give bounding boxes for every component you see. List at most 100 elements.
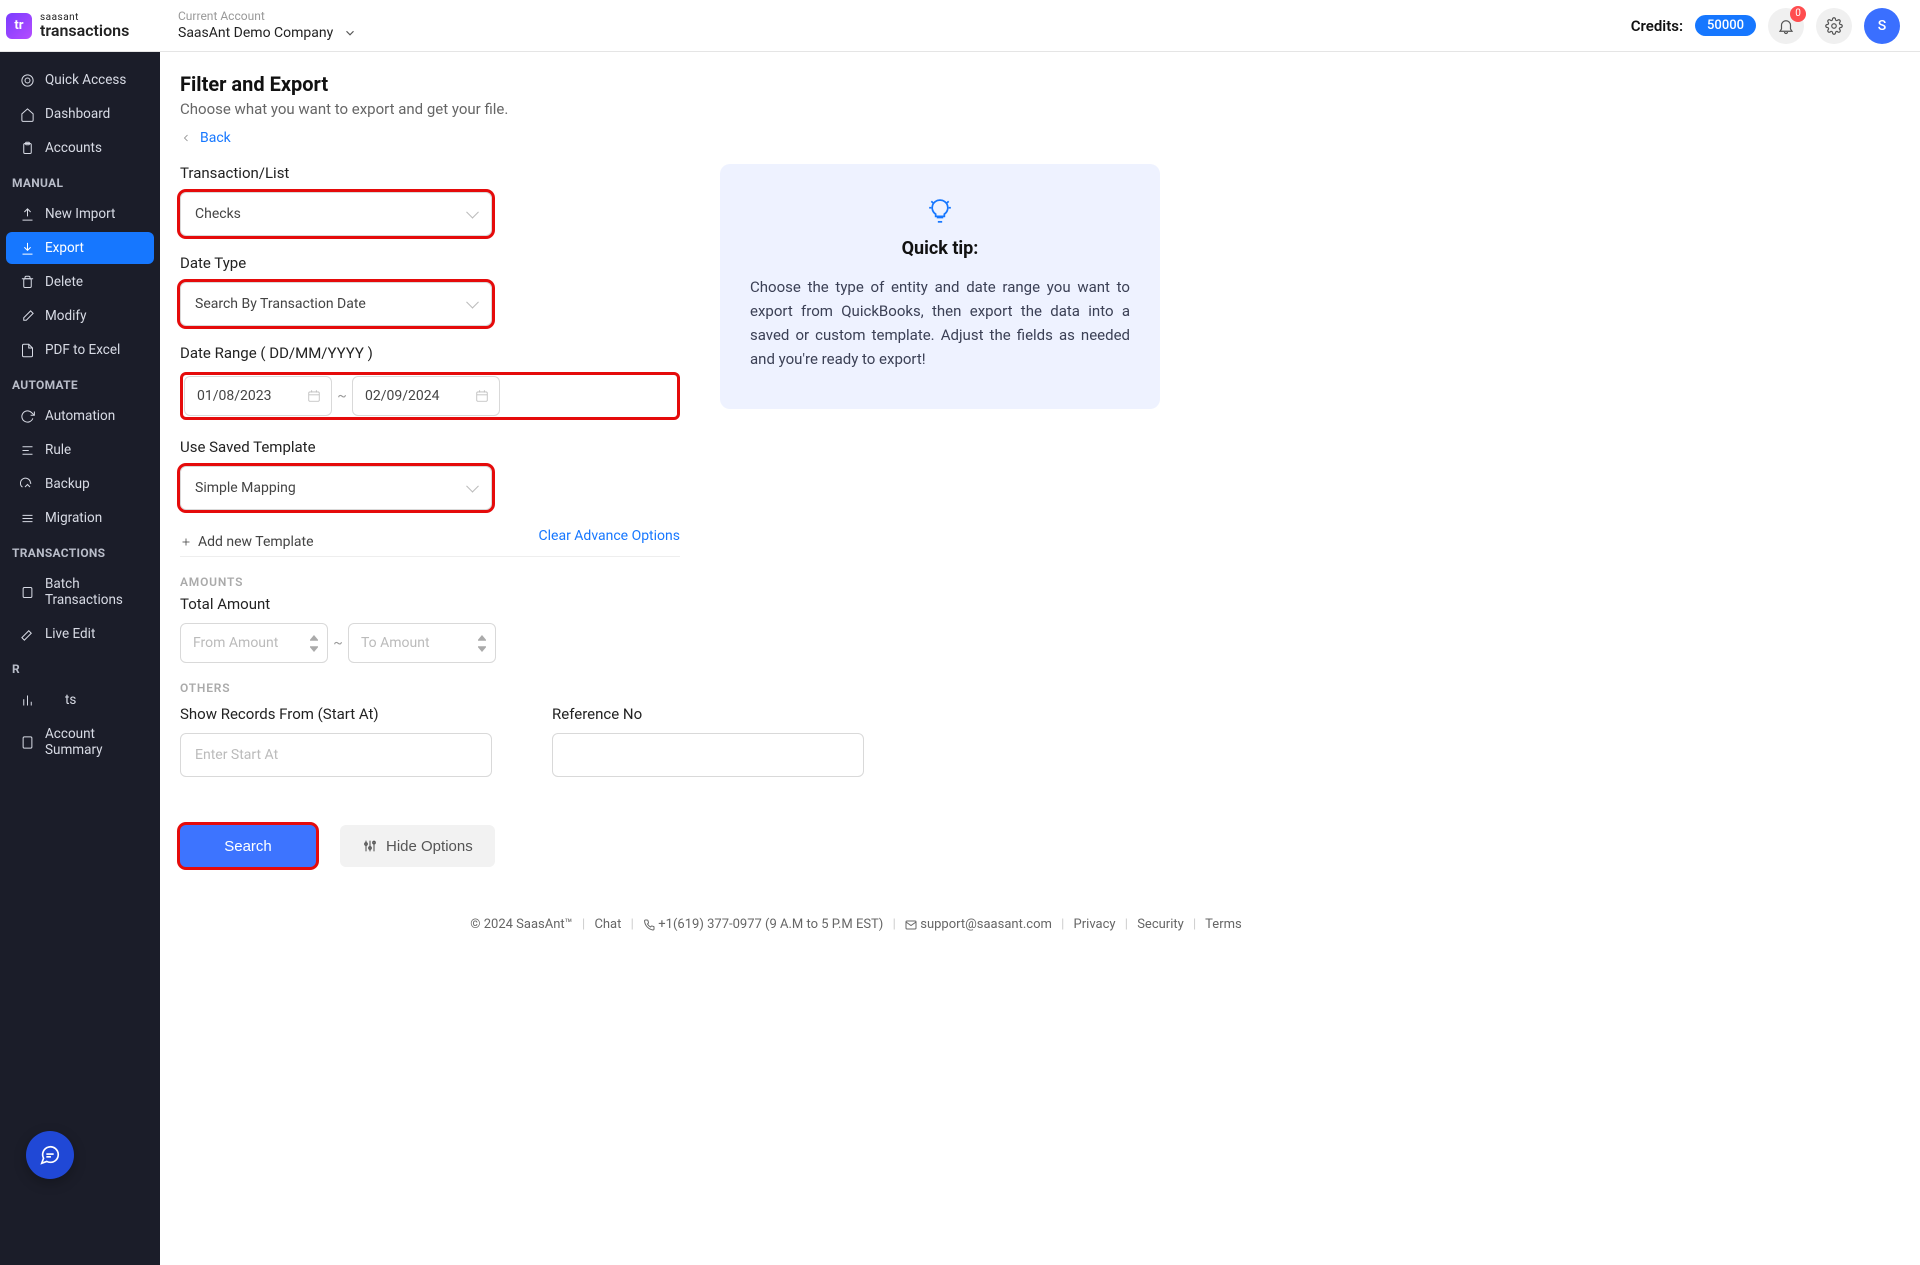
notifications-button[interactable]: 0 [1768,8,1804,44]
amount-separator: ~ [328,635,348,651]
tip-icon-wrap [750,198,1130,224]
sidebar-item-reports-partial[interactable]: ts [6,684,154,716]
sidebar-label: Delete [45,274,83,290]
hide-options-button[interactable]: Hide Options [340,825,495,867]
topbar-right: Credits: 50000 0 S [1631,8,1900,44]
date-type-value: Search By Transaction Date [195,296,366,312]
sidebar-label: Export [45,240,84,256]
stepper-icon[interactable] [307,633,321,654]
to-amount-input[interactable]: To Amount [348,623,496,663]
amounts-section-title: AMOUNTS [180,575,680,589]
edit-icon [20,309,35,324]
from-amount-placeholder: From Amount [193,635,278,651]
sidebar-group-automate: AUTOMATE [0,368,160,398]
date-from-value: 01/08/2023 [197,388,272,404]
add-new-template-link[interactable]: Add new Template [180,534,314,550]
back-link[interactable]: Back [180,130,1532,146]
sidebar-item-automation[interactable]: Automation [6,400,154,432]
footer-sep: | [1125,917,1128,932]
footer-email-link[interactable]: support@saasant.com [920,917,1052,932]
sidebar-label: Dashboard [45,106,110,122]
doc-icon [20,735,35,750]
chat-icon [39,1144,61,1166]
chart-icon [20,693,35,708]
plus-icon [180,536,192,548]
show-records-label: Show Records From (Start At) [180,705,492,723]
date-to-input[interactable]: 02/09/2024 [352,376,500,416]
brand-text: saasant transactions [40,13,129,39]
sidebar-label: Migration [45,510,102,526]
sidebar-group-reports-partial: R [0,652,160,682]
footer-security-link[interactable]: Security [1137,917,1184,932]
notif-badge: 0 [1790,6,1806,22]
layers-icon [20,585,35,600]
transaction-list-select[interactable]: Checks [180,192,492,236]
sidebar-item-account-summary[interactable]: Account Summary [6,718,154,766]
footer: © 2024 SaasAnt™ | Chat | +1(619) 377-097… [180,917,1532,932]
sidebar-label: New Import [45,206,115,222]
footer-sep: | [1061,917,1064,932]
brand-logo-text: tr [14,18,23,33]
avatar[interactable]: S [1864,8,1900,44]
refresh-icon [20,409,35,424]
stepper-icon[interactable] [475,633,489,654]
add-template-text: Add new Template [198,534,314,550]
reference-no-label: Reference No [552,705,864,723]
sidebar-item-quick-access[interactable]: Quick Access [6,64,154,96]
rule-icon [20,443,35,458]
calendar-icon [475,389,489,403]
brand-logo: tr [6,13,32,39]
sidebar-item-batch-transactions[interactable]: Batch Transactions [6,568,154,616]
page-title: Filter and Export [180,72,1532,96]
date-type-select[interactable]: Search By Transaction Date [180,282,492,326]
clear-advance-options-link[interactable]: Clear Advance Options [539,528,680,544]
saved-template-select[interactable]: Simple Mapping [180,466,492,510]
date-range-group: 01/08/2023 ~ 02/09/2024 [180,372,680,420]
sidebar-label: Quick Access [45,72,126,88]
sidebar-label: Live Edit [45,626,95,642]
chevron-left-icon [180,132,192,144]
sidebar-item-accounts[interactable]: Accounts [6,132,154,164]
trash-icon [20,275,35,290]
tip-title: Quick tip: [750,238,1130,259]
sidebar-item-delete[interactable]: Delete [6,266,154,298]
sidebar-label: Account Summary [45,726,140,758]
file-icon [20,343,35,358]
sidebar-item-new-import[interactable]: New Import [6,198,154,230]
back-text: Back [200,130,231,146]
account-name-text: SaasAnt Demo Company [178,24,333,42]
sidebar-item-live-edit[interactable]: Live Edit [6,618,154,650]
sidebar-label: Batch Transactions [45,576,140,608]
sidebar: Quick Access Dashboard Accounts MANUAL N… [0,0,160,1265]
from-amount-input[interactable]: From Amount [180,623,328,663]
account-name[interactable]: SaasAnt Demo Company [178,24,357,42]
sidebar-item-backup[interactable]: Backup [6,468,154,500]
home-icon [20,107,35,122]
search-button[interactable]: Search [180,825,316,867]
sidebar-item-modify[interactable]: Modify [6,300,154,332]
account-switcher[interactable]: Current Account SaasAnt Demo Company [178,9,357,43]
reference-no-input[interactable] [552,733,864,777]
avatar-letter: S [1878,18,1886,34]
footer-chat-link[interactable]: Chat [594,917,621,932]
sidebar-item-rule[interactable]: Rule [6,434,154,466]
chat-fab[interactable] [26,1131,74,1179]
footer-privacy-link[interactable]: Privacy [1074,917,1116,932]
sidebar-item-dashboard[interactable]: Dashboard [6,98,154,130]
pencil-icon [20,627,35,642]
footer-phone: +1(619) 377-0977 (9 A.M to 5 P.M EST) [658,917,883,932]
cloud-icon [20,477,35,492]
date-from-input[interactable]: 01/08/2023 [184,376,332,416]
hide-options-text: Hide Options [386,838,473,855]
sidebar-item-export[interactable]: Export [6,232,154,264]
start-at-input[interactable]: Enter Start At [180,733,492,777]
sidebar-label: Automation [45,408,115,424]
settings-button[interactable] [1816,8,1852,44]
sidebar-item-migration[interactable]: Migration [6,502,154,534]
sidebar-item-pdf-to-excel[interactable]: PDF to Excel [6,334,154,366]
calendar-icon [307,389,321,403]
sliders-icon [362,838,378,854]
brand-line2: transactions [40,23,129,39]
footer-terms-link[interactable]: Terms [1205,917,1242,932]
sidebar-label: Modify [45,308,86,324]
